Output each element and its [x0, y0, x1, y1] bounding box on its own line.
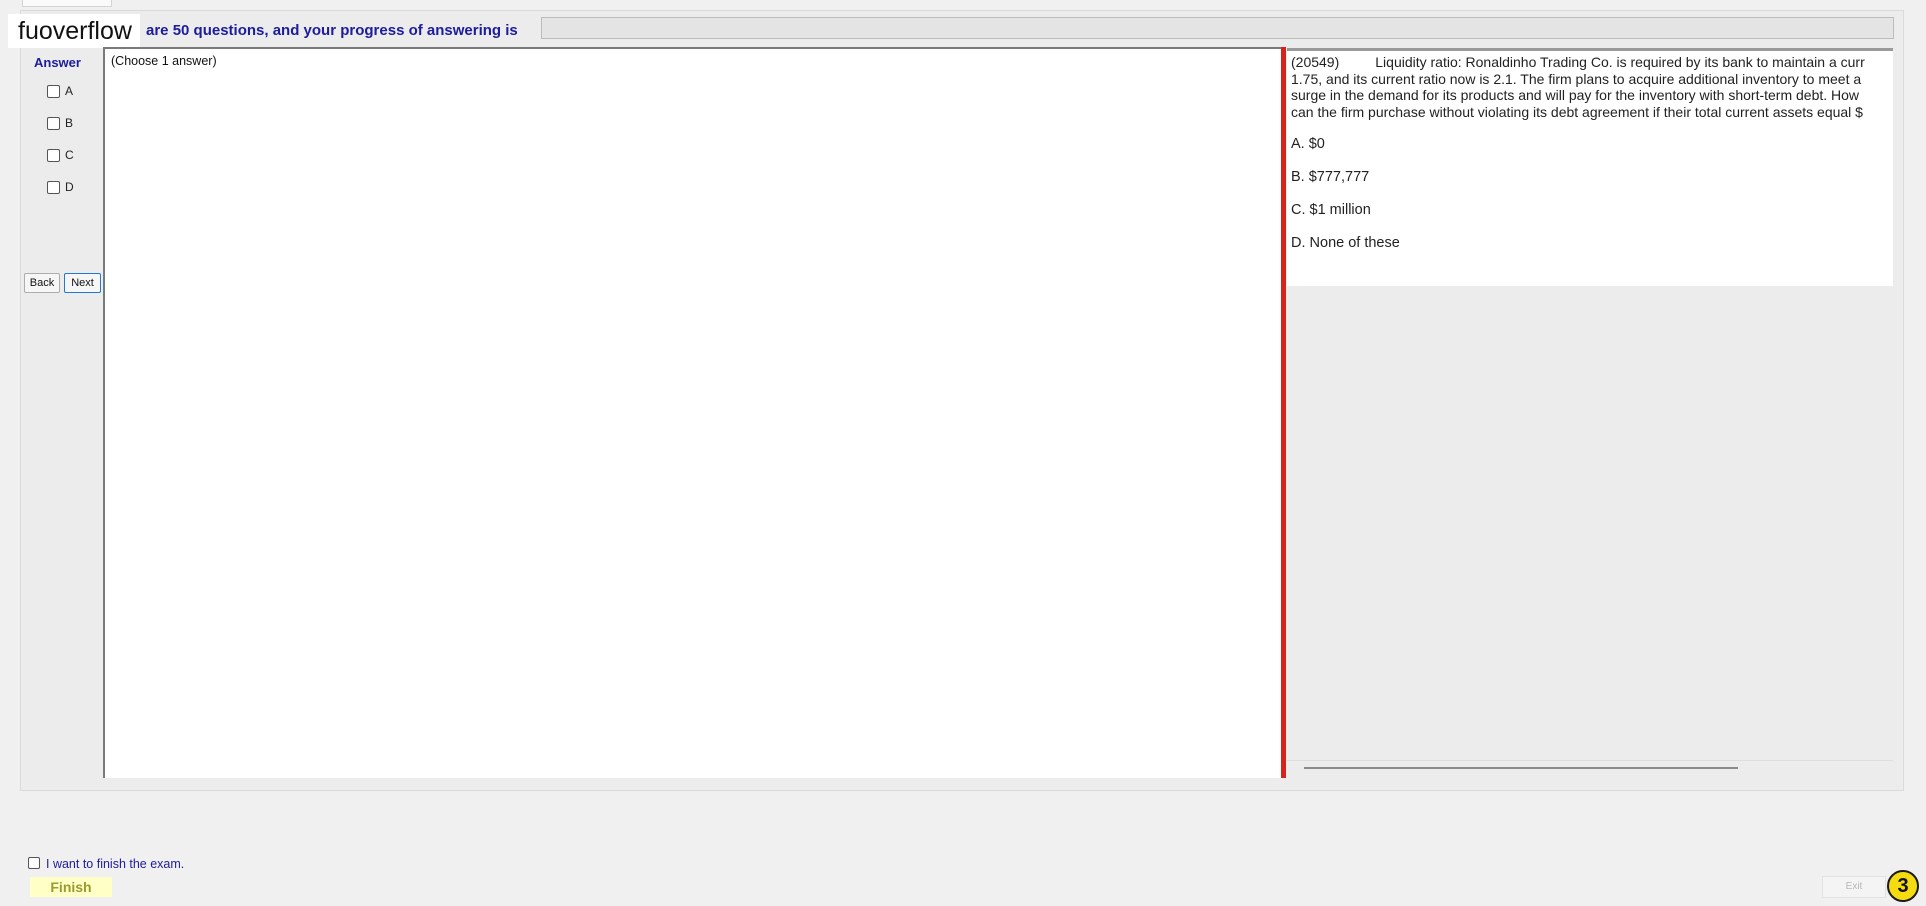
progress-text: are 50 questions, and your progress of a… [146, 22, 518, 39]
question-line-4: can the firm purchase without violating … [1291, 103, 1863, 120]
question-divider [1287, 760, 1893, 761]
answer-title: Answer [34, 55, 81, 70]
choice-d: D. None of these [1291, 235, 1400, 251]
choice-a: A. $0 [1291, 136, 1325, 152]
watermark-label: fuoverflow [8, 14, 140, 48]
answer-option-d[interactable]: D [47, 180, 87, 196]
answer-checkbox-a[interactable] [47, 85, 60, 98]
panel-splitter[interactable] [1281, 47, 1286, 778]
top-tab [22, 0, 112, 7]
answer-checkbox-c[interactable] [47, 149, 60, 162]
question-text: (20549) Liquidity ratio: Ronaldinho Tradi… [1291, 54, 1893, 120]
finish-exam-label[interactable]: I want to finish the exam. [46, 857, 184, 871]
instruction-text: (Choose 1 answer) [111, 54, 217, 68]
question-line-1-text: Liquidity ratio: Ronaldinho Trading Co. … [1375, 54, 1865, 70]
answer-label-a: A [65, 84, 74, 98]
answer-label-c: C [65, 148, 74, 162]
step-badge: 3 [1887, 870, 1919, 902]
question-scroll-area [1287, 286, 1893, 778]
question-id: (20549) [1291, 54, 1340, 70]
horizontal-scrollbar[interactable] [1304, 767, 1738, 769]
question-panel: (20549) Liquidity ratio: Ronaldinho Tradi… [1287, 48, 1893, 286]
exit-button[interactable]: Exit [1822, 876, 1886, 898]
next-button[interactable]: Next [64, 273, 101, 293]
finish-button[interactable]: Finish [30, 877, 112, 897]
choice-c: C. $1 million [1291, 202, 1371, 218]
question-line-1: (20549) Liquidity ratio: Ronaldinho Tradi… [1291, 54, 1893, 71]
answer-checkbox-d[interactable] [47, 181, 60, 194]
answer-option-a[interactable]: A [47, 84, 87, 100]
answer-option-c[interactable]: C [47, 148, 87, 164]
answer-checkbox-b[interactable] [47, 117, 60, 130]
question-line-3: surge in the demand for its products and… [1291, 87, 1860, 103]
finish-exam-checkbox[interactable] [28, 857, 40, 869]
back-button[interactable]: Back [24, 273, 60, 293]
choice-b: B. $777,777 [1291, 169, 1370, 185]
answer-label-b: B [65, 116, 74, 130]
question-line-2: 1.75, and its current ratio now is 2.1. … [1291, 70, 1862, 87]
answer-label-d: D [65, 180, 74, 194]
instruction-panel: (Choose 1 answer) [103, 47, 1283, 778]
progress-bar [541, 17, 1894, 39]
answer-option-b[interactable]: B [47, 116, 87, 132]
